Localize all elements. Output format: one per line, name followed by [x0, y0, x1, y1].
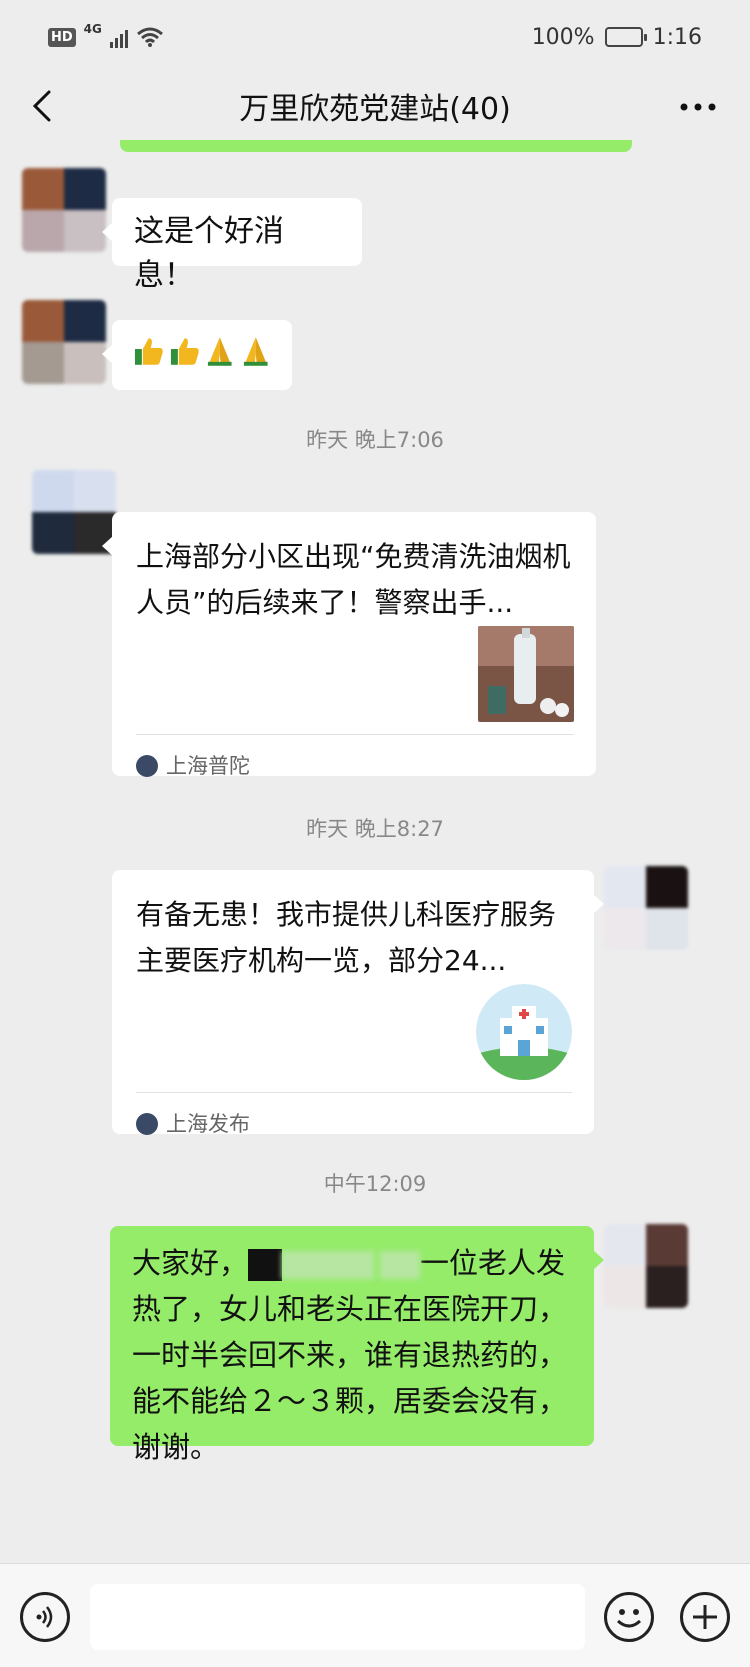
source-name: 上海发布 — [166, 1112, 250, 1136]
signal-icon — [109, 26, 128, 48]
chat-header: 万里欣苑党建站(40) — [0, 74, 750, 138]
emoji-row — [132, 334, 272, 368]
chevron-left-icon — [32, 90, 51, 122]
message-input[interactable] — [90, 1584, 585, 1650]
network-label: 4G — [83, 22, 102, 36]
status-right: 100% 1:16 — [532, 25, 702, 50]
timestamp: 昨天 晚上8:27 — [306, 817, 444, 841]
wifi-icon — [136, 27, 163, 47]
input-bar — [0, 1563, 750, 1667]
message-prefix: 大家好， — [132, 1246, 249, 1280]
article-card[interactable]: 上海部分小区出现“免费清洗油烟机人员”的后续来了！警察出手... 上海普陀 — [102, 512, 596, 778]
article-thumbnail — [478, 626, 574, 722]
timestamp: 昨天 晚上7:06 — [306, 428, 444, 452]
message-bubble[interactable]: 大家好， 一位老人发热了，女儿和老头正在医院开刀，一时半会回不来，谁有退热药的，能… — [110, 1226, 604, 1464]
plus-icon — [693, 1605, 717, 1629]
card-divider — [136, 1092, 572, 1093]
hd-badge: HD — [48, 27, 76, 47]
chat-title: 万里欣苑党建站(40) — [239, 92, 511, 127]
plus-button[interactable] — [680, 1592, 730, 1642]
voice-button[interactable] — [20, 1592, 70, 1642]
timestamp: 中午12:09 — [323, 1172, 427, 1196]
blurred-text — [282, 1251, 375, 1279]
more-dots-icon — [680, 103, 716, 111]
article-source: 上海发布 — [136, 1102, 250, 1146]
source-logo-icon — [136, 755, 158, 777]
avatar[interactable] — [22, 300, 106, 384]
thumbs-up-icon — [170, 338, 199, 365]
battery-icon — [604, 27, 647, 47]
status-bar: HD 4G 100% 1:16 — [0, 0, 750, 74]
message-bubble[interactable]: 这是个好消息！ — [102, 198, 362, 293]
blurred-text — [380, 1251, 421, 1279]
previous-message-edge — [120, 140, 632, 152]
avatar[interactable] — [604, 1224, 688, 1308]
status-left: HD 4G — [48, 22, 164, 48]
emoji-bubble[interactable] — [102, 320, 292, 390]
article-card[interactable]: 有备无患！我市提供儿科医疗服务主要医疗机构一览，部分24... 上海发布 — [112, 870, 604, 1136]
thumbs-up-icon — [134, 338, 163, 365]
card-divider — [136, 734, 574, 735]
redacted-block — [248, 1249, 283, 1281]
article-source: 上海普陀 — [136, 744, 250, 788]
folded-hands-icon — [207, 337, 232, 366]
article-title: 上海部分小区出现“免费清洗油烟机人员”的后续来了！警察出手... — [136, 540, 571, 619]
message-text: 大家好， 一位老人发热了，女儿和老头正在医院开刀，一时半会回不来，谁有退热药的，能… — [132, 1240, 572, 1470]
avatar[interactable] — [22, 168, 106, 252]
article-thumbnail — [476, 984, 572, 1080]
emoji-button[interactable] — [604, 1592, 654, 1642]
clock: 1:16 — [652, 24, 702, 50]
more-button[interactable] — [678, 92, 718, 122]
avatar[interactable] — [604, 866, 688, 950]
folded-hands-icon — [243, 337, 268, 366]
article-title: 有备无患！我市提供儿科医疗服务主要医疗机构一览，部分24... — [136, 898, 557, 977]
message-text: 这是个好消息！ — [134, 214, 284, 293]
battery-percent: 100% — [531, 24, 595, 50]
source-logo-icon — [136, 1113, 158, 1135]
emoji-icon — [616, 1609, 642, 1628]
voice-icon — [36, 1606, 53, 1628]
back-button[interactable] — [24, 88, 60, 124]
source-name: 上海普陀 — [166, 754, 250, 778]
